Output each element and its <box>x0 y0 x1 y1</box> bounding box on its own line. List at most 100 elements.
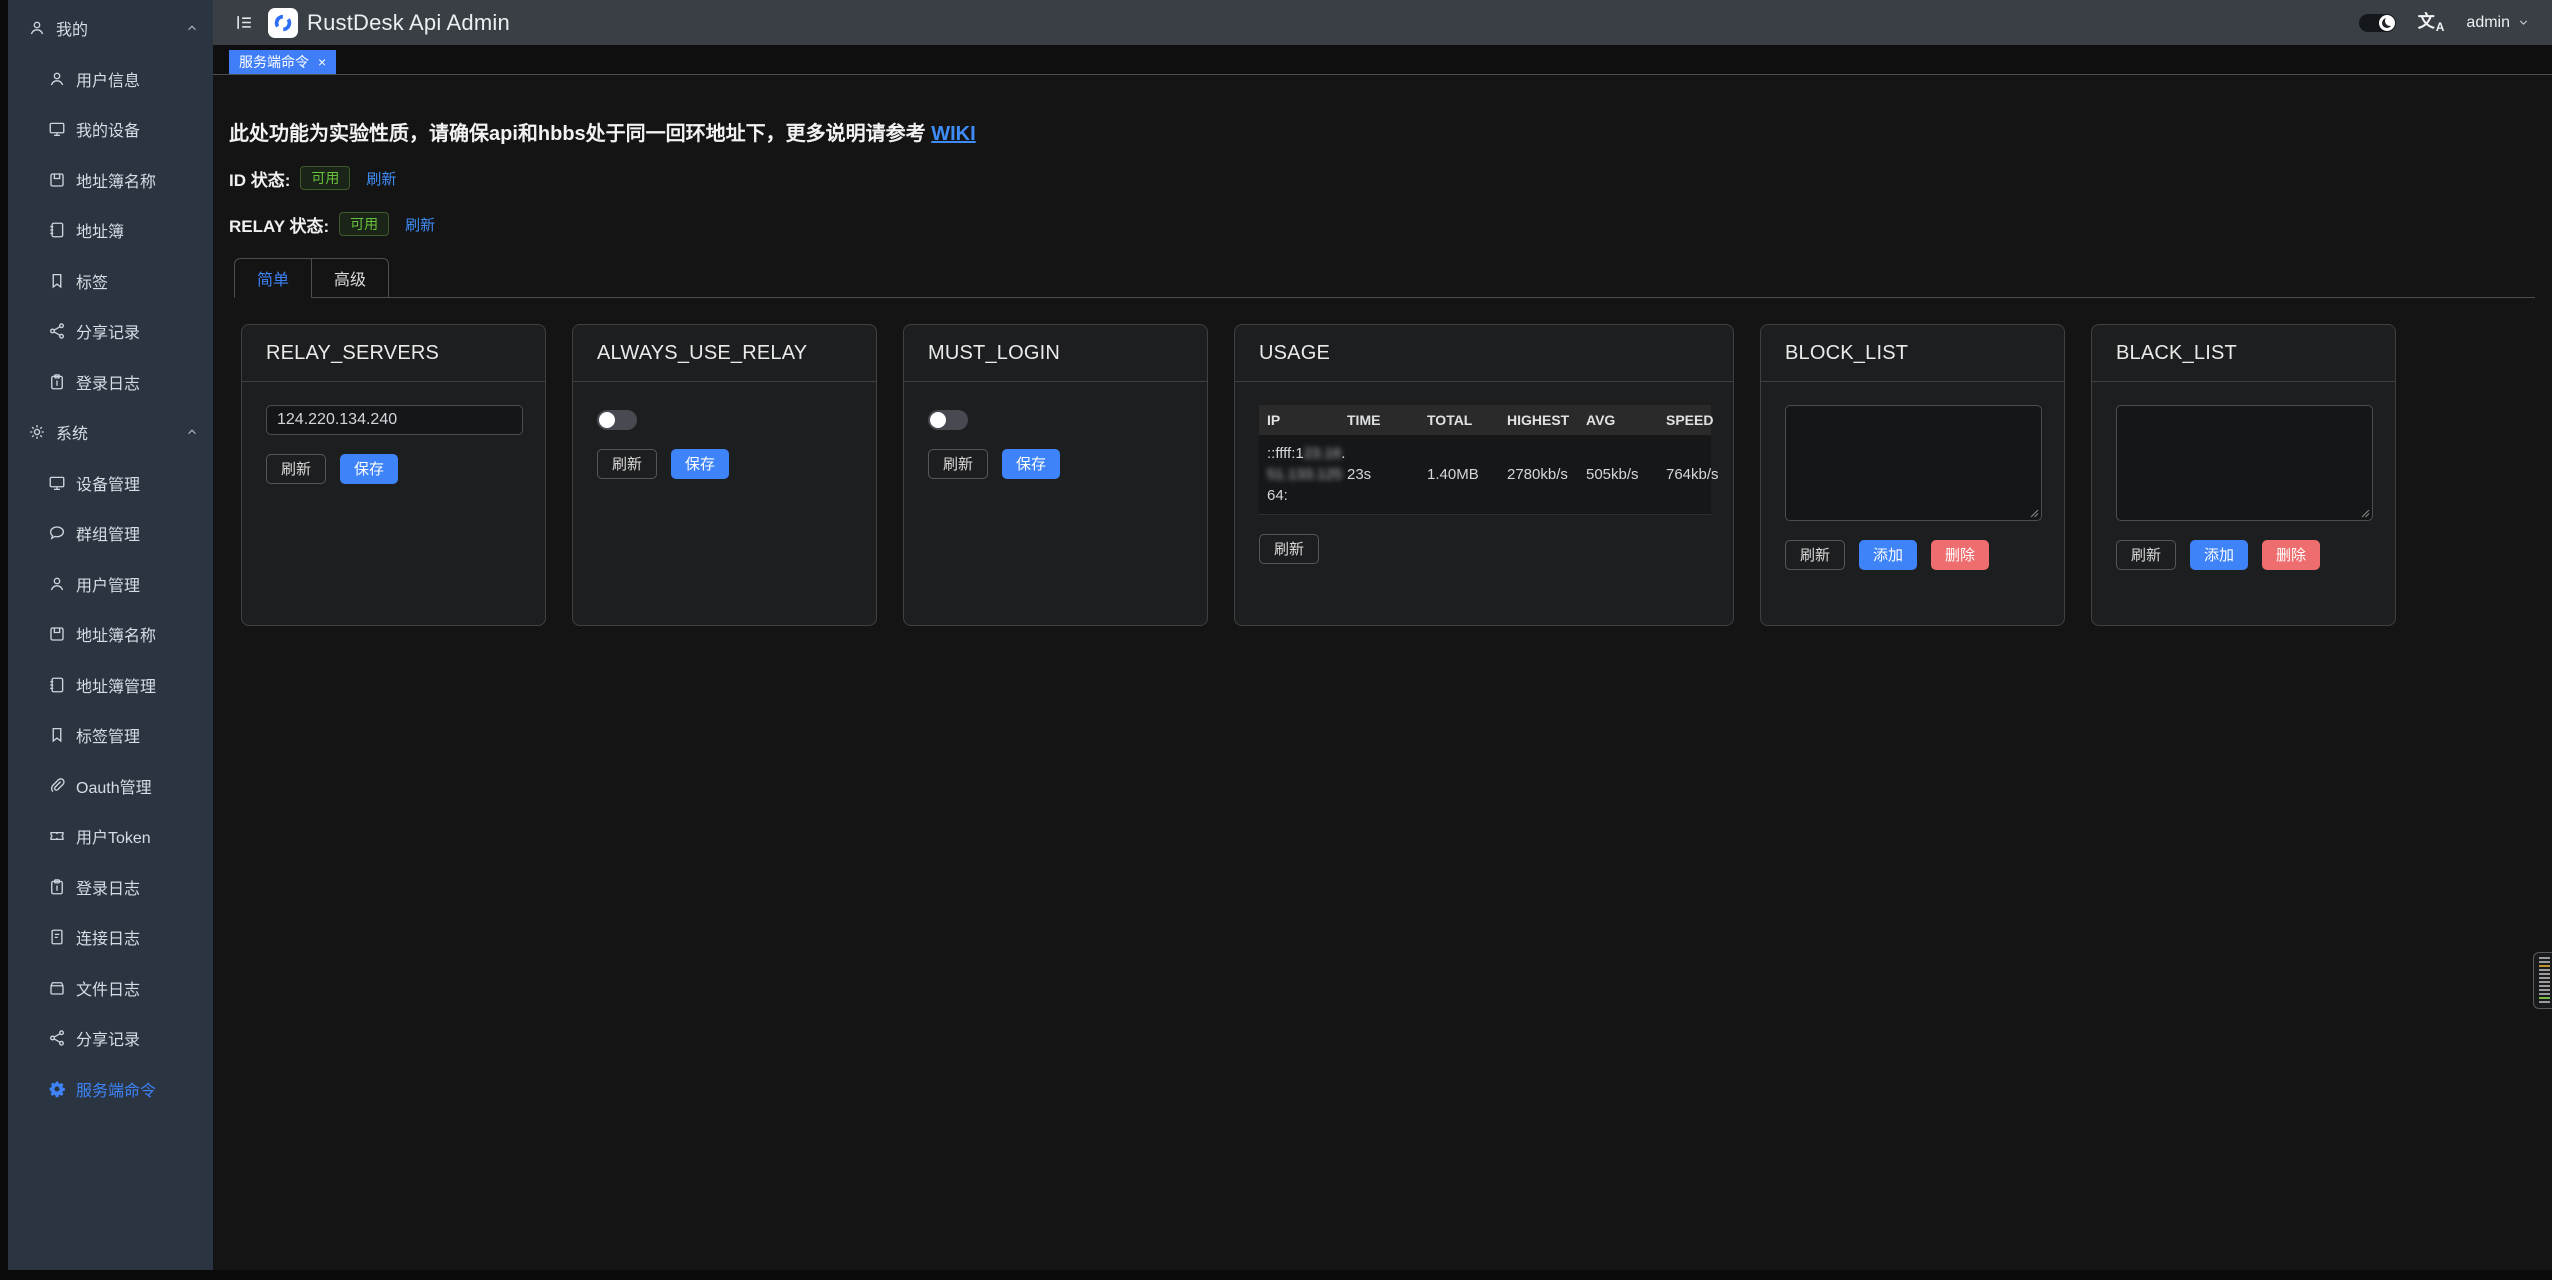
sidebar-item-label: 地址簿名称 <box>76 168 156 192</box>
card-body: 刷新 保存 <box>573 382 876 502</box>
block-list-refresh-button[interactable]: 刷新 <box>1785 540 1845 570</box>
tab-simple[interactable]: 简单 <box>234 258 312 298</box>
relay-servers-save-button[interactable]: 保存 <box>340 454 398 484</box>
sidebar-item-tag-mgmt[interactable]: 标签管理 <box>8 710 213 761</box>
tab-server-commands[interactable]: 服务端命令 × <box>229 50 336 74</box>
monitor-icon <box>48 120 66 138</box>
button-row: 刷新 <box>1259 534 1709 564</box>
card-must-login: MUST_LOGIN 刷新 保存 <box>903 324 1208 626</box>
username: admin <box>2466 14 2510 32</box>
ticket-icon <box>48 827 66 845</box>
sidebar-collapse-icon[interactable] <box>235 13 254 32</box>
must-login-refresh-button[interactable]: 刷新 <box>928 449 988 479</box>
user-icon <box>48 70 66 88</box>
close-icon[interactable]: × <box>318 55 326 69</box>
button-row: 刷新 保存 <box>266 454 521 484</box>
sidebar-item-addressbook-names[interactable]: 地址簿名称 <box>8 155 213 206</box>
share-icon <box>48 322 66 340</box>
dark-mode-toggle[interactable] <box>2359 14 2396 32</box>
sidebar-item-user-token[interactable]: 用户Token <box>8 811 213 862</box>
sidebar-group-mine[interactable]: 我的 <box>8 3 213 54</box>
black-list-delete-button[interactable]: 删除 <box>2262 540 2320 570</box>
sidebar-item-my-devices[interactable]: 我的设备 <box>8 104 213 155</box>
sidebar-item-label: 我的设备 <box>76 117 140 141</box>
card-title: USAGE <box>1235 325 1733 382</box>
id-status-refresh-link[interactable]: 刷新 <box>366 168 396 189</box>
card-block-list: BLOCK_LIST 刷新 添加 删除 <box>1760 324 2065 626</box>
sidebar-item-group-mgmt[interactable]: 群组管理 <box>8 508 213 559</box>
block-list-add-button[interactable]: 添加 <box>1859 540 1917 570</box>
wiki-link[interactable]: WIKI <box>931 123 975 145</box>
sidebar-group-system[interactable]: 系统 <box>8 407 213 458</box>
sidebar-item-label: 地址簿名称 <box>76 622 156 646</box>
column-header: AVG <box>1578 412 1658 428</box>
column-header: TOTAL <box>1419 412 1499 428</box>
relay-status-refresh-link[interactable]: 刷新 <box>405 214 435 235</box>
sidebar-item-label: 地址簿 <box>76 218 124 242</box>
must-login-save-button[interactable]: 保存 <box>1002 449 1060 479</box>
link-icon <box>48 777 66 795</box>
ip-redacted: 23.16 <box>1304 445 1342 462</box>
black-list-add-button[interactable]: 添加 <box>2190 540 2248 570</box>
sidebar-item-device-mgmt[interactable]: 设备管理 <box>8 458 213 509</box>
user-menu[interactable]: admin <box>2466 14 2530 32</box>
sidebar-item-share-records[interactable]: 分享记录 <box>8 306 213 357</box>
column-header: SPEED <box>1658 412 1711 428</box>
translate-icon[interactable]: 文 A <box>2418 13 2445 33</box>
cards-row: RELAY_SERVERS 刷新 保存 ALWAYS_USE_RELAY <box>241 324 2535 626</box>
translate-glyph-sub: A <box>2436 21 2445 33</box>
button-row: 刷新 添加 删除 <box>2116 540 2371 570</box>
user-icon <box>48 575 66 593</box>
always-use-relay-save-button[interactable]: 保存 <box>671 449 729 479</box>
block-list-textarea[interactable] <box>1785 405 2042 521</box>
usage-refresh-button[interactable]: 刷新 <box>1259 534 1319 564</box>
black-list-textarea[interactable] <box>2116 405 2373 521</box>
relay-status-row: RELAY 状态: 可用 刷新 <box>229 212 2535 236</box>
resize-grip-icon[interactable] <box>2361 509 2370 518</box>
column-header: IP <box>1259 412 1339 428</box>
card-title: RELAY_SERVERS <box>242 325 545 382</box>
relay-status-label: RELAY 状态: <box>229 212 329 237</box>
usage-avg-cell: 505kb/s <box>1578 443 1658 506</box>
sidebar-item-oauth-mgmt[interactable]: Oauth管理 <box>8 761 213 812</box>
clipboard-icon <box>48 878 66 896</box>
sidebar-item-user-mgmt[interactable]: 用户管理 <box>8 559 213 610</box>
floating-widget-clipped[interactable] <box>2533 952 2552 1009</box>
rustdesk-logo[interactable] <box>268 8 298 38</box>
button-row: 刷新 添加 删除 <box>1785 540 2040 570</box>
sidebar-item-share-records-admin[interactable]: 分享记录 <box>8 1013 213 1064</box>
always-use-relay-refresh-button[interactable]: 刷新 <box>597 449 657 479</box>
usage-table-row: ::ffff:123.16. 51.133.125 64: 23s 1.40MB… <box>1259 435 1711 515</box>
sidebar-item-connection-logs[interactable]: 连接日志 <box>8 912 213 963</box>
translate-glyph-main: 文 <box>2418 13 2435 30</box>
notebook-icon <box>48 221 66 239</box>
id-status-label: ID 状态: <box>229 166 290 191</box>
book-icon <box>48 171 66 189</box>
sidebar-item-addressbook[interactable]: 地址簿 <box>8 205 213 256</box>
card-title: MUST_LOGIN <box>904 325 1207 382</box>
sidebar-item-addressbook-mgmt[interactable]: 地址簿管理 <box>8 660 213 711</box>
always-use-relay-toggle[interactable] <box>597 410 637 430</box>
card-always-use-relay: ALWAYS_USE_RELAY 刷新 保存 <box>572 324 877 626</box>
sidebar-item-user-info[interactable]: 用户信息 <box>8 54 213 105</box>
sidebar-item-file-logs[interactable]: 文件日志 <box>8 963 213 1014</box>
must-login-toggle[interactable] <box>928 410 968 430</box>
relay-servers-refresh-button[interactable]: 刷新 <box>266 454 326 484</box>
block-list-delete-button[interactable]: 删除 <box>1931 540 1989 570</box>
relay-servers-input[interactable] <box>266 405 523 435</box>
card-black-list: BLACK_LIST 刷新 添加 删除 <box>2091 324 2396 626</box>
sidebar-item-login-logs[interactable]: 登录日志 <box>8 357 213 408</box>
card-body: 刷新 添加 删除 <box>1761 382 2064 593</box>
resize-grip-icon[interactable] <box>2030 509 2039 518</box>
sidebar-item-login-logs-admin[interactable]: 登录日志 <box>8 862 213 913</box>
id-status-row: ID 状态: 可用 刷新 <box>229 166 2535 190</box>
black-list-refresh-button[interactable]: 刷新 <box>2116 540 2176 570</box>
tab-advanced[interactable]: 高级 <box>311 258 389 298</box>
sidebar-item-label: 分享记录 <box>76 319 140 343</box>
sidebar-item-label: 用户Token <box>76 824 151 848</box>
card-body: 刷新 保存 <box>242 382 545 507</box>
sidebar-item-tags[interactable]: 标签 <box>8 256 213 307</box>
sidebar-item-server-commands[interactable]: 服务端命令 <box>8 1064 213 1115</box>
sidebar-item-addressbook-names-admin[interactable]: 地址簿名称 <box>8 609 213 660</box>
sidebar-item-label: 地址簿管理 <box>76 673 156 697</box>
